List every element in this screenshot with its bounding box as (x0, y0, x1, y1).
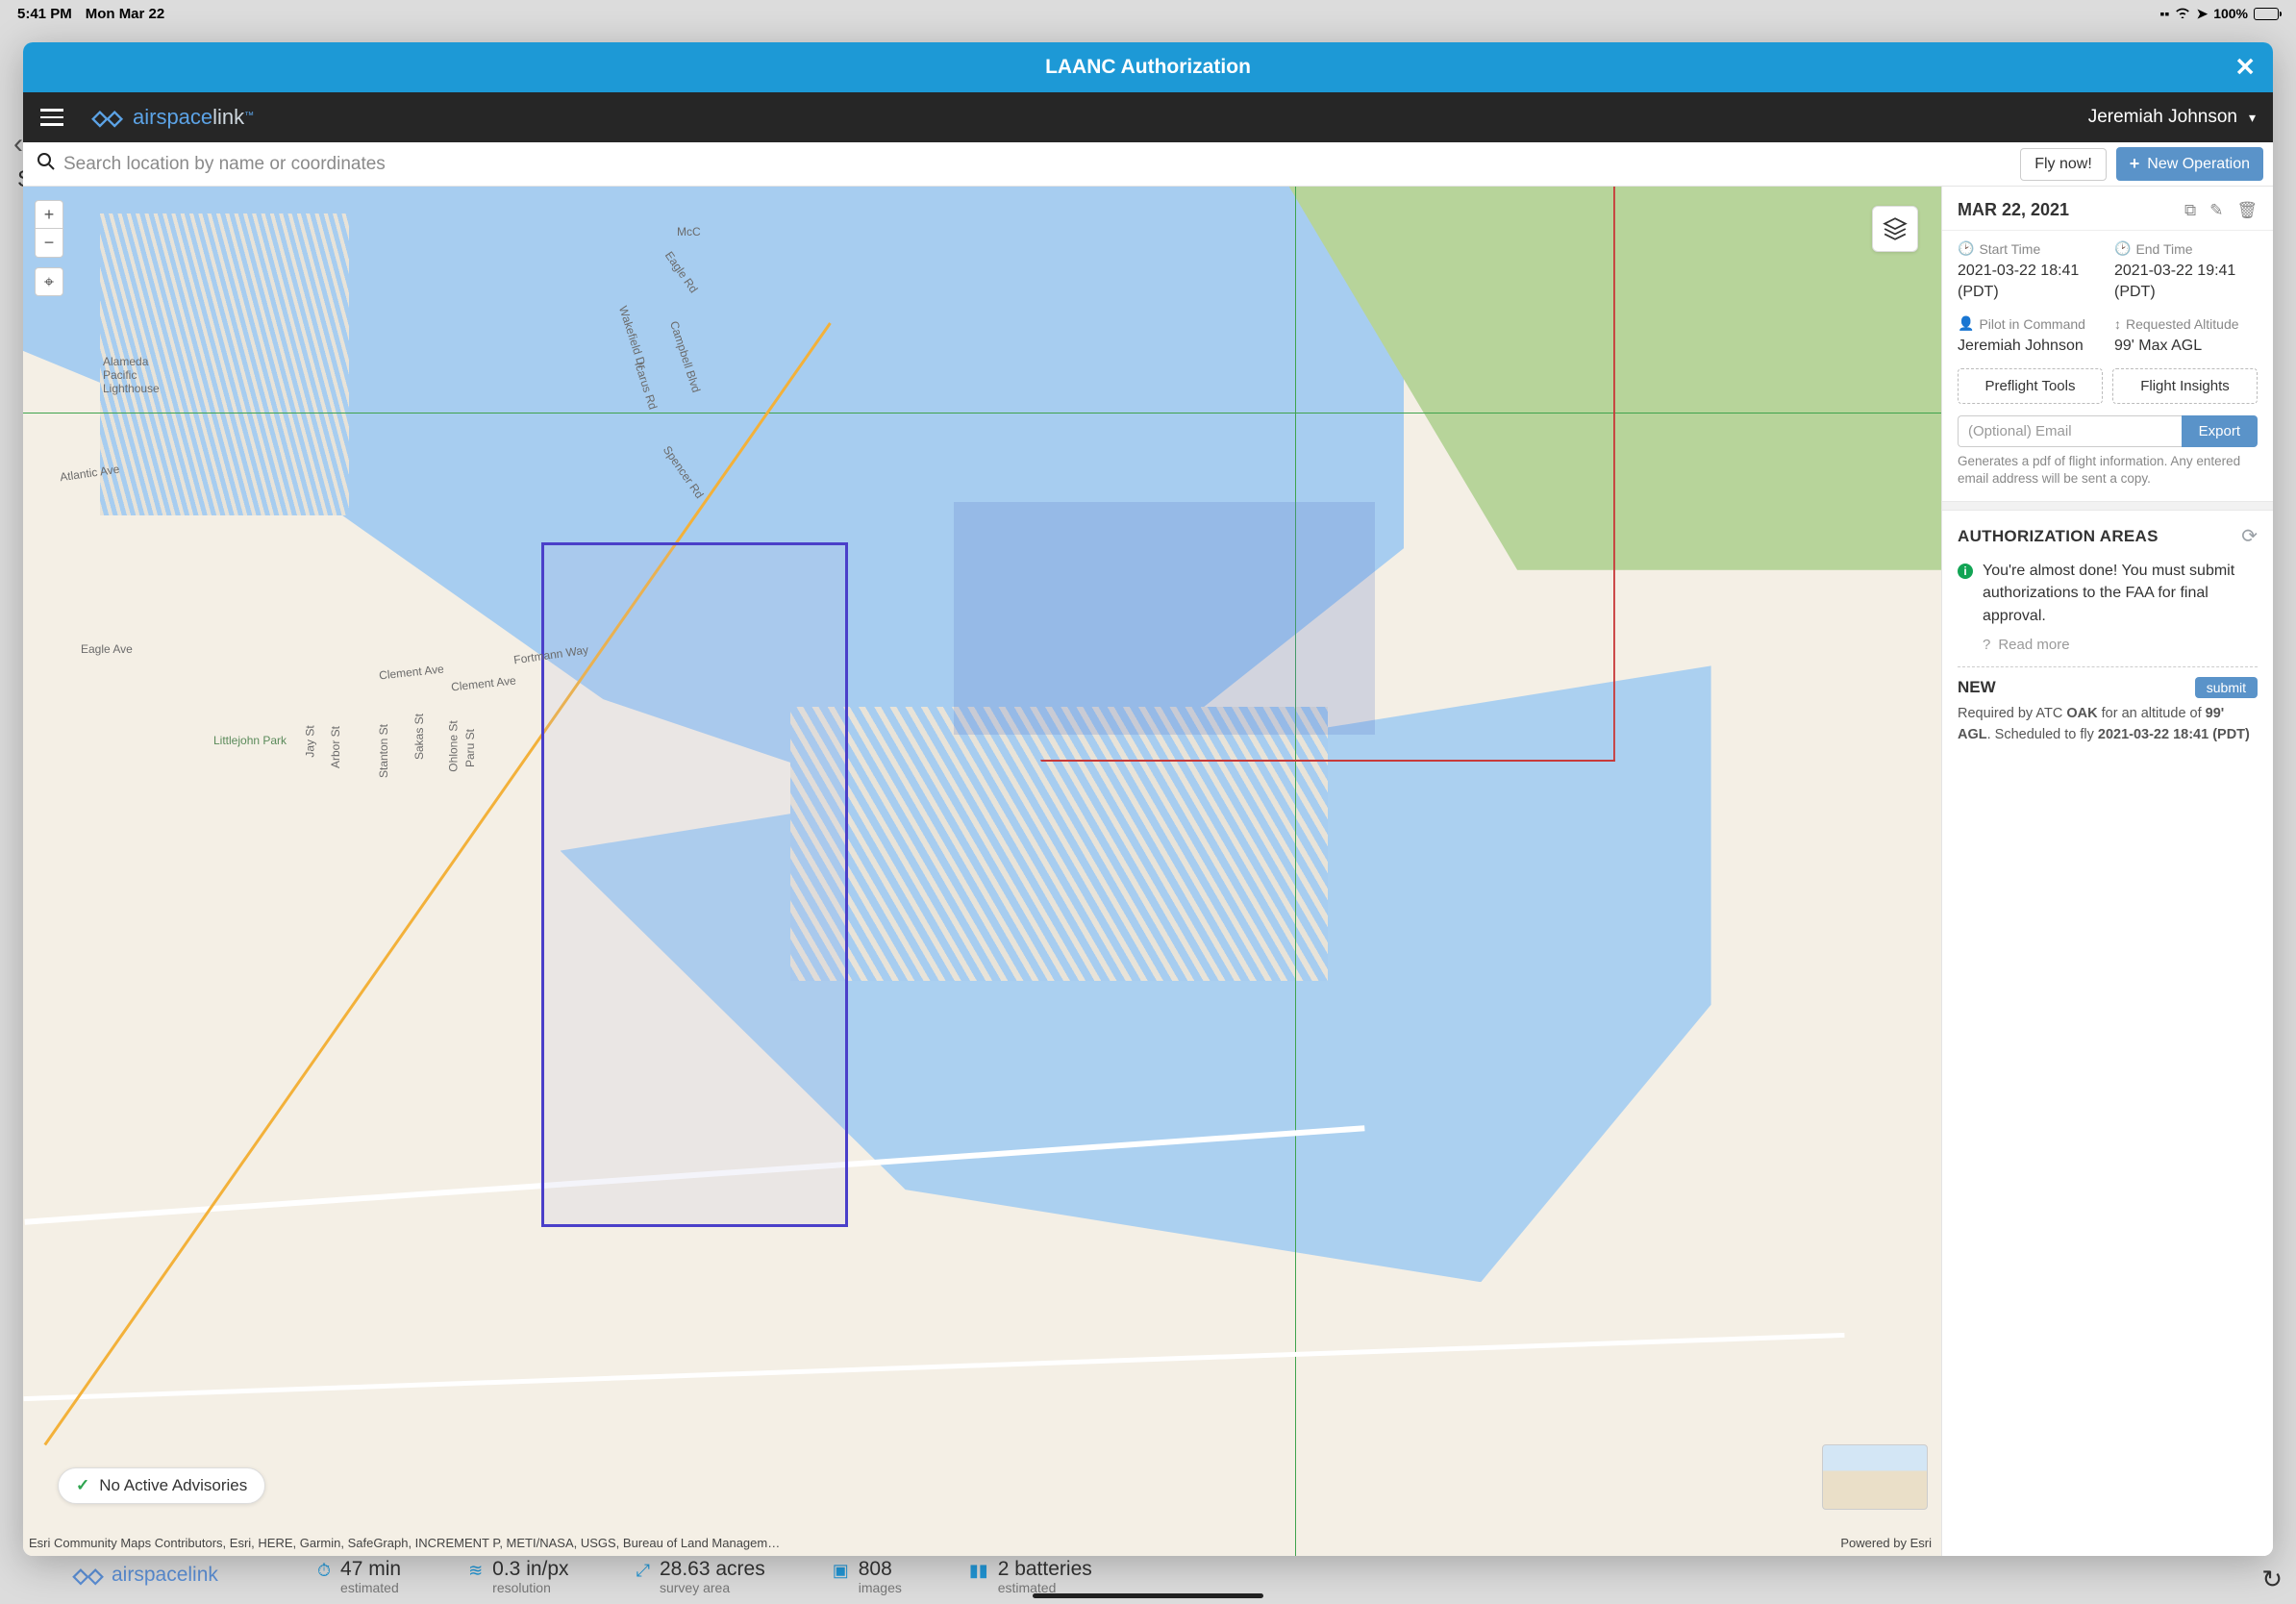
auth-info-message: i You're almost done! You must submit au… (1942, 554, 2273, 637)
auth-areas-title: AUTHORIZATION AREAS (1958, 527, 2159, 546)
brand-logo[interactable]: airspacelink™ (90, 105, 254, 130)
stat-area: ⤢28.63 acressurvey area (636, 1558, 765, 1597)
bottom-stats-bar: ⏱47 minestimated ≋0.3 in/pxresolution ⤢2… (317, 1551, 2238, 1604)
edit-icon[interactable]: ✎ (2209, 201, 2223, 220)
map-label: Clement Ave (450, 673, 516, 693)
map-canvas[interactable]: Alameda Pacific Lighthouse Atlantic Ave … (23, 187, 1941, 1556)
close-icon[interactable]: ✕ (2234, 53, 2256, 83)
cellular-icon: ▪▪ (2160, 6, 2170, 21)
locate-button[interactable]: ⌖ (35, 267, 63, 296)
battery-percent: 100% (2213, 6, 2248, 21)
app-bar: airspacelink™ Jeremiah Johnson ▾ (23, 92, 2273, 142)
map-label: Sakas St (412, 714, 426, 760)
resolution-icon: ≋ (468, 1561, 483, 1581)
brand-peek: airspacelink (71, 1564, 218, 1587)
modal-title-bar: LAANC Authorization ✕ (23, 42, 2273, 92)
map-powered-by: Powered by Esri (1840, 1536, 1932, 1550)
plus-icon: + (2130, 154, 2140, 174)
chevron-down-icon: ▾ (2249, 110, 2256, 126)
info-icon: i (1958, 564, 1973, 579)
map-label: Arbor St (329, 726, 342, 768)
auth-requirement-text: Required by ATC OAK for an altitude of 9… (1958, 698, 2258, 746)
delete-icon[interactable]: 🗑 (2236, 201, 2258, 220)
stat-time: ⏱47 minestimated (317, 1558, 401, 1597)
search-icon (37, 152, 56, 177)
end-time-value: 2021-03-22 19:41 (PDT) (2114, 261, 2258, 302)
copy-icon[interactable]: ⧉ (2184, 201, 2196, 220)
stat-images: ▣808images (833, 1558, 902, 1597)
flight-date: MAR 22, 2021 (1958, 200, 2069, 220)
ios-status-bar: 5:41 PM Mon Mar 22 ▪▪ ➤ 100% (0, 0, 2296, 27)
laanc-modal: LAANC Authorization ✕ airspacelink™ Jere… (23, 42, 2273, 1556)
location-icon: ➤ (2196, 6, 2208, 22)
advisories-badge[interactable]: ✓ No Active Advisories (58, 1467, 265, 1504)
map-label: Stanton St (377, 724, 390, 778)
clock-icon: 🕑 (2114, 240, 2131, 257)
check-icon: ✓ (76, 1476, 89, 1495)
start-time-label: 🕑Start Time (1958, 240, 2101, 257)
zoom-out-button[interactable]: − (35, 229, 63, 258)
modal-title: LAANC Authorization (1045, 56, 1251, 79)
stat-batteries: ▮▮2 batteriesestimated (969, 1558, 1092, 1597)
fly-now-button[interactable]: Fly now! (2020, 148, 2107, 181)
search-input[interactable] (63, 154, 2010, 175)
altitude-label: ↕Requested Altitude (2114, 315, 2258, 332)
export-hint: Generates a pdf of flight information. A… (1942, 447, 2273, 501)
altitude-value: 99' Max AGL (2114, 336, 2258, 357)
submit-button[interactable]: submit (2195, 677, 2258, 698)
map-label: Ohlone St (447, 720, 461, 771)
home-indicator[interactable] (1033, 1593, 1263, 1598)
pilot-value: Jeremiah Johnson (1958, 336, 2101, 357)
map-label: Alameda Pacific Lighthouse (103, 355, 160, 395)
status-time: 5:41 PM (17, 6, 72, 22)
export-email-input[interactable] (1958, 415, 2182, 447)
map-label: Paru St (463, 729, 477, 767)
altitude-icon: ↕ (2114, 316, 2121, 332)
clock-icon: 🕑 (1958, 240, 1974, 257)
area-icon: ⤢ (636, 1561, 650, 1581)
pilot-label: 👤Pilot in Command (1958, 315, 2101, 332)
auth-status-new: NEW (1958, 678, 1996, 697)
start-time-value: 2021-03-22 18:41 (PDT) (1958, 261, 2101, 302)
question-icon: ? (1983, 637, 1990, 653)
map-label: Jay St (304, 725, 317, 757)
search-row: Fly now! + New Operation (23, 142, 2273, 187)
user-name: Jeremiah Johnson (2088, 107, 2237, 128)
clock-icon: ⏱ (317, 1561, 331, 1581)
zoom-in-button[interactable]: + (35, 200, 63, 229)
flight-insights-button[interactable]: Flight Insights (2112, 368, 2258, 404)
export-button[interactable]: Export (2182, 415, 2258, 447)
map-label: McC (677, 225, 701, 238)
map-label: Eagle Ave (81, 642, 133, 656)
preflight-tools-button[interactable]: Preflight Tools (1958, 368, 2103, 404)
back-chevron-icon: ‹ (13, 128, 23, 161)
battery-icon (2254, 8, 2279, 20)
stat-resolution: ≋0.3 in/pxresolution (468, 1558, 568, 1597)
minimap[interactable] (1822, 1444, 1928, 1510)
battery-stat-icon: ▮▮ (969, 1561, 988, 1581)
map-attribution: Esri Community Maps Contributors, Esri, … (29, 1536, 780, 1550)
end-time-label: 🕑End Time (2114, 240, 2258, 257)
wifi-icon (2175, 6, 2190, 21)
new-operation-button[interactable]: + New Operation (2116, 147, 2263, 181)
map-label: Littlejohn Park (213, 734, 287, 747)
menu-icon[interactable] (40, 109, 63, 126)
user-menu[interactable]: Jeremiah Johnson ▾ (2088, 107, 2256, 128)
read-more-link[interactable]: ? Read more (1942, 637, 2273, 664)
refresh-icon[interactable]: ↻ (2261, 1565, 2283, 1594)
person-icon: 👤 (1958, 315, 1974, 332)
status-date: Mon Mar 22 (86, 6, 165, 22)
flight-panel: MAR 22, 2021 ⧉ ✎ 🗑 🕑Start Time 🕑End Time… (1941, 187, 2273, 1556)
layers-button[interactable] (1872, 206, 1918, 252)
refresh-auth-icon[interactable]: ⟳ (2241, 524, 2258, 548)
map-label: Clement Ave (378, 662, 444, 682)
images-icon: ▣ (833, 1561, 849, 1581)
